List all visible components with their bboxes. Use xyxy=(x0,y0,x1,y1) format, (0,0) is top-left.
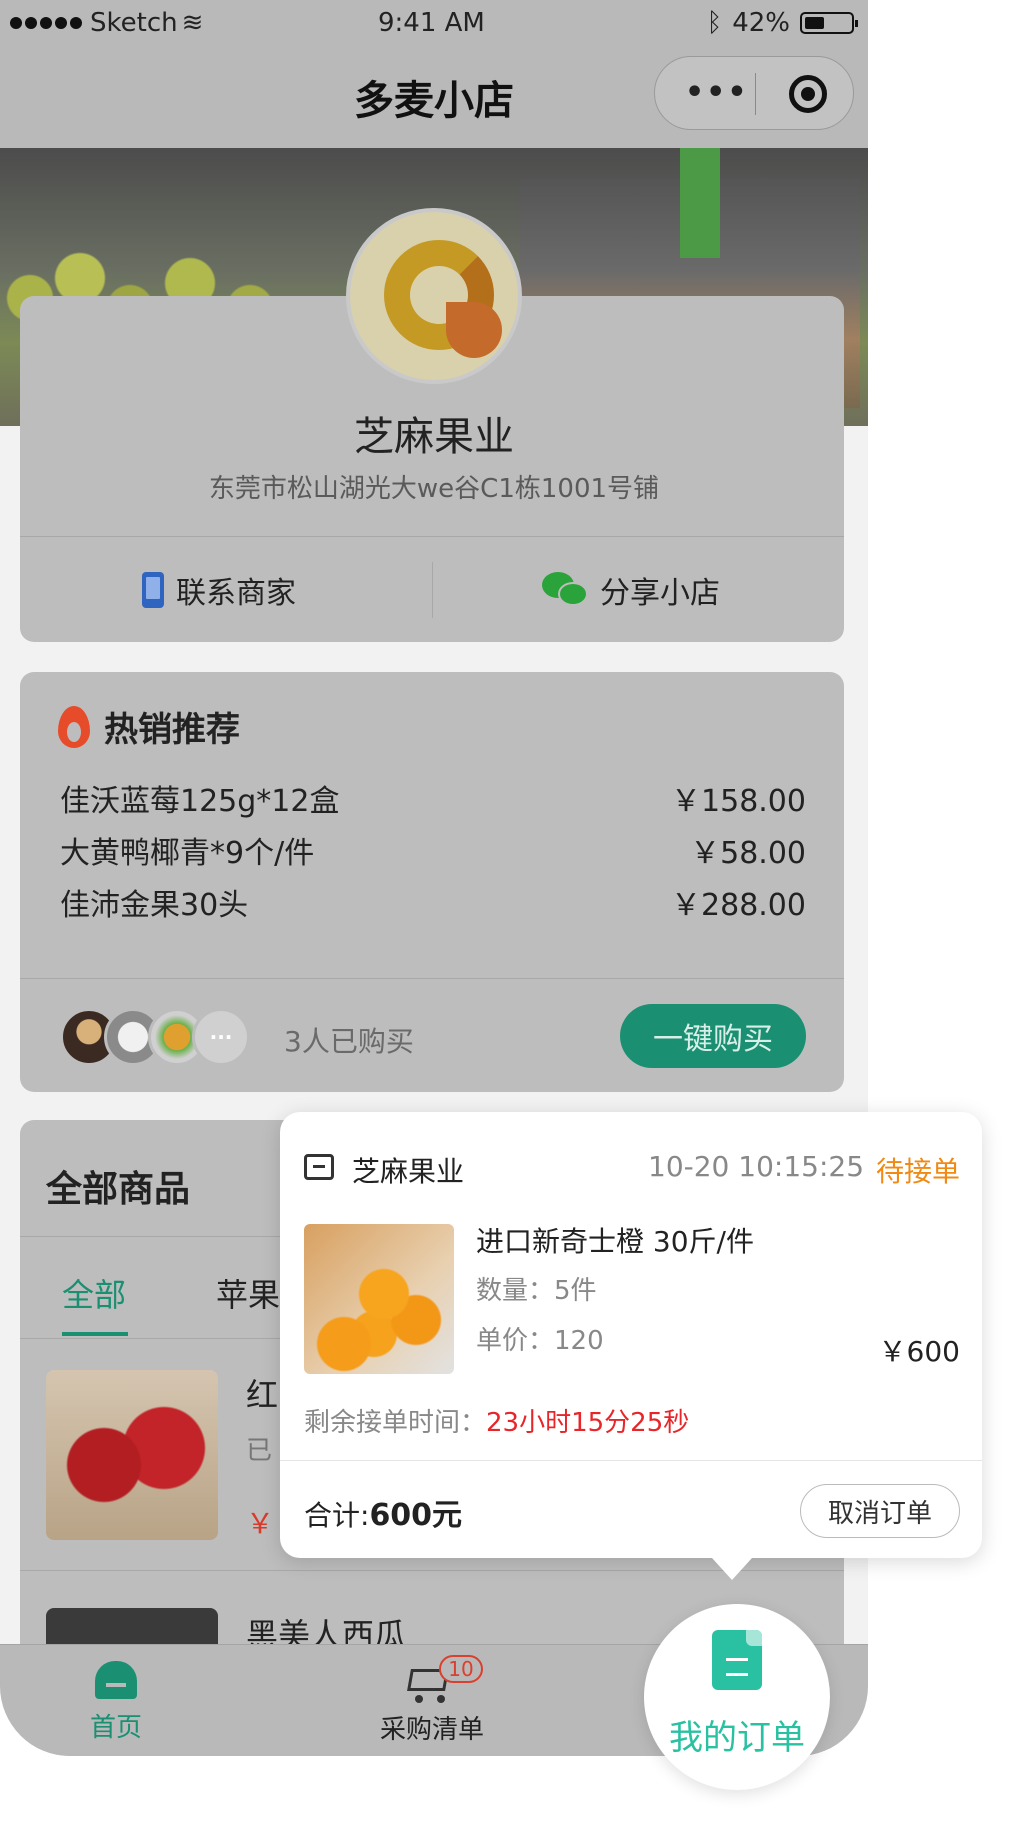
order-store-name: 芝麻果业 xyxy=(352,1155,465,1188)
order-product-name: 进口新奇士橙 30斤/件 xyxy=(476,1225,754,1258)
banner-sign xyxy=(680,148,720,258)
cancel-order-button[interactable]: 取消订单 xyxy=(800,1484,960,1538)
divider xyxy=(280,1460,982,1461)
hot-title: 热销推荐 xyxy=(58,702,240,751)
one-click-buy-button[interactable]: 一键购买 xyxy=(620,1004,806,1068)
signal-dots-icon xyxy=(10,17,82,29)
shop-name: 芝麻果业 xyxy=(354,414,514,460)
document-icon xyxy=(712,1630,762,1690)
status-time: 9:41 AM xyxy=(378,8,485,38)
flame-icon xyxy=(58,705,90,748)
remaining-time-label: 剩余接单时间： xyxy=(304,1408,487,1438)
tab-all[interactable]: 全部 xyxy=(62,1270,126,1316)
tab-cart-label: 采购清单 xyxy=(379,1715,484,1745)
home-icon xyxy=(95,1661,137,1699)
cart-icon: 10 xyxy=(407,1655,483,1705)
hot-item-price: ￥58.00 xyxy=(690,836,806,871)
order-quantity: 数量：5件 xyxy=(476,1276,597,1306)
nav-bar: 多麦小店 ••• xyxy=(0,44,868,148)
divider xyxy=(20,536,844,537)
tab-home-label: 首页 xyxy=(89,1713,142,1743)
total-label: 合计: xyxy=(304,1499,370,1532)
all-goods-title: 全部商品 xyxy=(46,1169,191,1210)
divider xyxy=(432,562,433,618)
remaining-time: 剩余接单时间：23小时15分25秒 xyxy=(304,1402,689,1439)
order-time: 10-20 10:15:25 xyxy=(648,1150,865,1183)
product-image[interactable] xyxy=(46,1370,218,1540)
hot-item[interactable]: 佳沛金果30头 ￥288.00 xyxy=(60,880,806,924)
divider xyxy=(20,978,844,979)
shop-address: 东莞市松山湖光大we谷C1栋1001号铺 xyxy=(208,474,660,504)
order-unit-price: 单价：120 xyxy=(476,1326,604,1356)
tab-apple[interactable]: 苹果 xyxy=(216,1270,280,1316)
product-sold: 已 xyxy=(246,1436,273,1466)
order-popup: 芝麻果业 10-20 10:15:25 待接单 进口新奇士橙 30斤/件 数量：… xyxy=(280,1112,982,1580)
target-circle-icon[interactable] xyxy=(789,75,827,113)
status-bar: Sketch ≋ 9:41 AM ᛒ 42% xyxy=(0,0,868,44)
tab-purchase-list[interactable]: 10 采购清单 xyxy=(352,1655,512,1746)
bought-count: 3人已购买 xyxy=(284,1025,414,1058)
active-tab-indicator xyxy=(62,1332,128,1336)
battery-percent: 42% xyxy=(732,8,790,38)
product-name[interactable]: 红 xyxy=(246,1370,278,1416)
status-left: Sketch ≋ xyxy=(10,8,203,38)
order-total: 合计:600元 xyxy=(304,1490,462,1534)
mini-program-capsule: ••• xyxy=(654,56,854,130)
share-label: 分享小店 xyxy=(600,576,720,611)
capsule-divider xyxy=(755,73,756,115)
buyer-avatars: ··· xyxy=(60,1008,250,1066)
mobile-phone-icon xyxy=(142,572,164,608)
carrier-name: Sketch xyxy=(90,8,178,38)
store-icon xyxy=(304,1154,334,1180)
total-value: 600元 xyxy=(369,1498,463,1533)
hot-item-price: ￥158.00 xyxy=(671,784,806,819)
hot-item[interactable]: 大黄鸭椰青*9个/件 ￥58.00 xyxy=(60,828,806,872)
status-right: ᛒ 42% xyxy=(706,8,858,38)
hot-item[interactable]: 佳沃蓝莓125g*12盒 ￥158.00 xyxy=(60,776,806,820)
wechat-icon xyxy=(542,572,588,608)
remaining-time-value: 23小时15分25秒 xyxy=(486,1408,690,1438)
order-status: 待接单 xyxy=(875,1155,960,1188)
shop-logo xyxy=(346,208,522,384)
order-product-image xyxy=(304,1224,454,1374)
hot-item-price: ￥288.00 xyxy=(671,888,806,923)
logo-drop xyxy=(446,302,502,358)
hot-item-name: 大黄鸭椰青*9个/件 xyxy=(60,836,315,871)
my-orders-label: 我的订单 xyxy=(669,1718,805,1758)
bluetooth-icon: ᛒ xyxy=(706,8,723,38)
hot-item-name: 佳沛金果30头 xyxy=(60,888,249,923)
contact-merchant-button[interactable]: 联系商家 xyxy=(142,562,296,618)
hot-recommend-card: 热销推荐 佳沃蓝莓125g*12盒 ￥158.00 大黄鸭椰青*9个/件 ￥58… xyxy=(20,672,844,1092)
share-shop-button[interactable]: 分享小店 xyxy=(542,562,720,618)
battery-icon xyxy=(800,12,858,34)
wifi-icon: ≋ xyxy=(181,8,204,38)
contact-label: 联系商家 xyxy=(176,576,296,611)
more-dots-icon[interactable]: ••• xyxy=(685,75,749,110)
hot-title-text: 热销推荐 xyxy=(104,710,240,750)
product-price: ￥ xyxy=(246,1507,275,1540)
more-avatars-icon: ··· xyxy=(192,1008,250,1066)
order-amount: ￥600 xyxy=(878,1335,960,1368)
hot-item-name: 佳沃蓝莓125g*12盒 xyxy=(60,784,340,819)
my-orders-button[interactable]: 我的订单 xyxy=(644,1604,830,1790)
cart-badge: 10 xyxy=(439,1655,483,1683)
tab-home[interactable]: 首页 xyxy=(36,1661,196,1744)
